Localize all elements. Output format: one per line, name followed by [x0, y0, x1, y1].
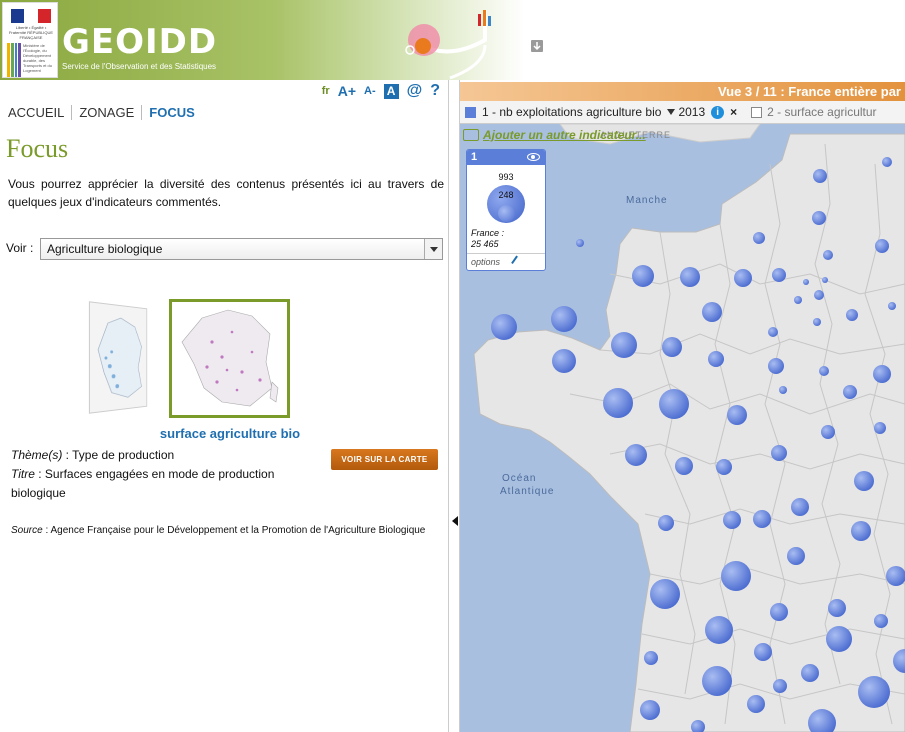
theme-label: Thème(s)	[11, 448, 63, 462]
indicator2-checkbox[interactable]	[751, 106, 763, 118]
accessibility-toolbar: fr A+ A- A @ ?	[0, 80, 448, 104]
info-icon[interactable]: i	[711, 105, 725, 119]
indicator-bar: 1 - nb exploitations agriculture bio 201…	[460, 101, 905, 124]
sea-label-atlantique: Atlantique	[500, 486, 555, 497]
breadcrumb-focus[interactable]: FOCUS	[149, 105, 195, 120]
map-legend-card: 1 993 248 France : 25 465 options	[466, 149, 546, 271]
options-label[interactable]: options	[471, 257, 500, 267]
french-flag-icon	[11, 9, 51, 23]
ministry-stripes-icon	[7, 43, 21, 77]
breadcrumb-accueil[interactable]: ACCUEIL	[8, 105, 64, 120]
sea-label-manche: Manche	[626, 195, 668, 206]
ministry-logo[interactable]: Liberté • Égalité • Fraternité RÉPUBLIQU…	[2, 2, 58, 78]
wrench-icon[interactable]	[511, 255, 523, 268]
legend-max-value: 993	[498, 172, 514, 182]
france-value: 25 465	[471, 239, 499, 249]
legend-options[interactable]: options	[467, 253, 545, 270]
focus-metadata: Thème(s) : Type de production Titre : Su…	[11, 446, 301, 503]
legend-header: 1	[467, 150, 545, 165]
add-indicator-link[interactable]: Ajouter un autre indicateur...	[463, 128, 646, 142]
contrast-button[interactable]: A	[383, 83, 399, 99]
help-button[interactable]: ?	[430, 82, 440, 100]
source-label: Source	[11, 525, 43, 536]
page-intro: Vous pourrez apprécier la diversité des …	[8, 177, 444, 209]
france-map-thumbnail-icon	[181, 309, 279, 407]
logo-ministry-text: Ministère de l'Écologie, du Développemen…	[23, 43, 52, 73]
voir-label: Voir :	[6, 241, 34, 255]
voir-selected-value: Agriculture biologique	[47, 242, 163, 256]
titre-value: : Surfaces engagées en mode de productio…	[11, 467, 275, 500]
legend-france-total: France : 25 465	[471, 228, 504, 250]
contact-button[interactable]: @	[407, 82, 423, 100]
breadcrumb-zonage[interactable]: ZONAGE	[79, 105, 134, 120]
remove-indicator-icon[interactable]: ×	[730, 105, 737, 119]
voir-select[interactable]: Agriculture biologique	[40, 238, 443, 260]
sea-label-ocean: Océan	[502, 473, 537, 484]
indicator1-color-icon	[465, 106, 476, 118]
language-switch[interactable]: fr	[322, 85, 330, 97]
year-dropdown-icon[interactable]	[667, 109, 676, 115]
legend-mid-value: 248	[498, 190, 514, 200]
font-increase-button[interactable]: A+	[338, 83, 356, 99]
folder-icon	[463, 129, 479, 141]
chevron-down-icon[interactable]	[424, 239, 442, 259]
titre-label: Titre	[11, 467, 35, 481]
logo-rf-text: Liberté • Égalité • Fraternité RÉPUBLIQU…	[8, 25, 53, 40]
font-decrease-button[interactable]: A-	[364, 85, 376, 97]
collapse-arrow-icon[interactable]	[452, 516, 458, 526]
legend-number: 1	[471, 151, 478, 163]
indicator1-label[interactable]: 1 - nb exploitations agriculture bio	[482, 105, 661, 119]
theme-value: : Type de production	[62, 448, 175, 462]
indicator1-year[interactable]: 2013	[678, 105, 705, 119]
panel-splitter[interactable]	[448, 80, 460, 732]
france-map-thumbnail-icon	[90, 302, 147, 413]
legend-small-circle	[498, 205, 515, 222]
voir-sur-la-carte-button[interactable]: VOIR SUR LA CARTE	[331, 449, 438, 470]
add-indicator-label[interactable]: Ajouter un autre indicateur...	[483, 128, 646, 142]
app-header: Liberté • Égalité • Fraternité RÉPUBLIQU…	[0, 0, 905, 80]
focus-caption[interactable]: surface agriculture bio	[150, 426, 310, 441]
eye-icon[interactable]	[527, 153, 540, 161]
source-value: : Agence Française pour le Développement…	[42, 525, 426, 536]
breadcrumb-divider	[71, 105, 73, 120]
breadcrumb-divider	[141, 105, 143, 120]
map-view-header: Vue 3 / 11 : France entière par	[460, 82, 905, 101]
source-note: Source : Agence Française pour le Dévelo…	[11, 522, 431, 539]
france-label: France :	[471, 228, 505, 238]
breadcrumb: ACCUEIL ZONAGE FOCUS	[8, 105, 195, 120]
focus-thumbnail-selected[interactable]	[169, 299, 290, 418]
app-brand: GEOIDD	[62, 22, 218, 62]
page-title: Focus	[6, 134, 69, 163]
header-decoration-icon	[405, 10, 543, 80]
indicator2-label[interactable]: 2 - surface agricultur	[767, 105, 876, 119]
focus-thumbnail-previous[interactable]	[88, 301, 148, 414]
app-subtitle: Service de l'Observation et des Statisti…	[62, 62, 217, 71]
